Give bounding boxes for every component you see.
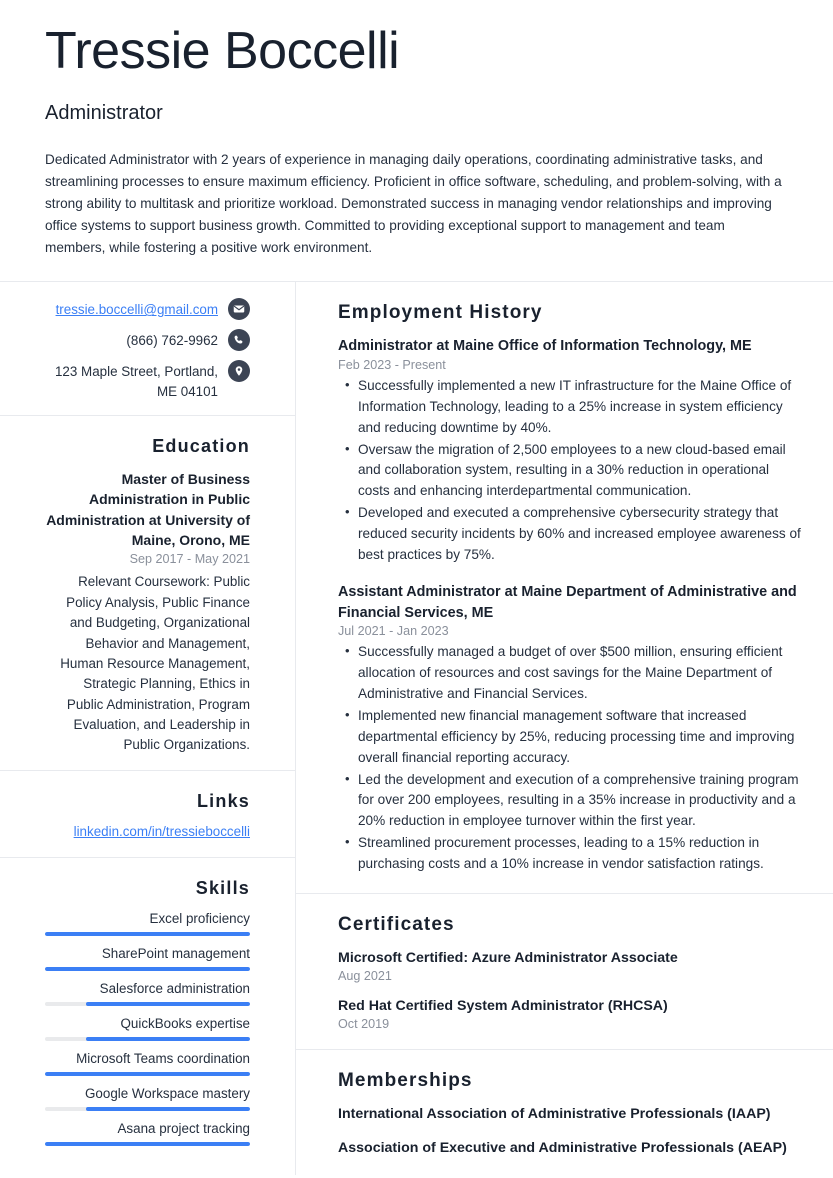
skill-level-bar (45, 1071, 250, 1076)
skills-heading: Skills (195, 877, 250, 898)
contact-email-value[interactable]: tressie.boccelli@gmail.com (56, 298, 218, 319)
skill-item: QuickBooks expertise (45, 1016, 250, 1041)
contact-section: tressie.boccelli@gmail.com (866) 762-996… (0, 282, 295, 415)
skill-label: Google Workspace mastery (85, 1085, 250, 1101)
skill-level-fill (45, 966, 250, 971)
skill-label: Asana project tracking (117, 1120, 251, 1136)
envelope-icon (228, 298, 250, 321)
skill-level-fill (45, 1141, 250, 1146)
skill-label: SharePoint management (101, 945, 250, 961)
skill-level-bar (45, 1001, 250, 1006)
certificates-section: Certificates Microsoft Certified: Azure … (296, 893, 833, 1049)
education-description: Relevant Coursework: Public Policy Analy… (60, 574, 250, 753)
memberships-list: International Association of Administrat… (338, 1104, 803, 1158)
employment-job-title: Assistant Administrator at Maine Departm… (338, 584, 797, 621)
employment-bullet: Led the development and execution of a c… (345, 769, 803, 833)
professional-summary: Dedicated Administrator with 2 years of … (45, 152, 782, 256)
skill-level-bar (45, 1106, 250, 1111)
membership-item: International Association of Administrat… (338, 1106, 771, 1123)
links-heading: Links (196, 790, 250, 811)
skills-list: Excel proficiency SharePoint management Sa… (45, 911, 250, 1146)
education-entry: Master of Business Administration in Pub… (45, 469, 250, 756)
employment-bullet: Successfully implemented a new IT infras… (345, 375, 803, 439)
certificate-title: Red Hat Certified System Administrator (… (338, 998, 668, 1015)
employment-bullet-list: Successfully managed a budget of over $5… (338, 641, 803, 875)
employment-job-date: Jul 2021 - Jan 2023 (338, 623, 449, 638)
certificate-date: Aug 2021 (338, 969, 392, 984)
main-column: Employment History Administrator at Main… (295, 282, 833, 1175)
employment-bullet: Successfully managed a budget of over $5… (345, 641, 803, 705)
employment-job-title: Administrator at Maine Office of Informa… (338, 338, 752, 355)
skill-level-fill (45, 931, 250, 936)
contact-phone-row[interactable]: (866) 762-9962 (45, 329, 250, 352)
contact-address-row[interactable]: 123 Maple Street, Portland, ME 04101 (45, 360, 250, 401)
employment-bullet: Oversaw the migration of 2,500 employees… (345, 439, 803, 503)
candidate-job-title: Administrator (45, 102, 163, 125)
phone-icon (228, 329, 250, 352)
skill-level-fill (86, 1001, 250, 1006)
skill-item: Google Workspace mastery (45, 1086, 250, 1111)
contact-phone-value[interactable]: (866) 762-9962 (126, 329, 218, 350)
skills-section: Skills Excel proficiency SharePoint manag… (0, 856, 295, 1162)
skill-level-bar (45, 931, 250, 936)
skill-level-bar (45, 1141, 250, 1146)
skill-item: Excel proficiency (45, 911, 250, 936)
location-pin-icon (228, 360, 250, 383)
education-date: Sep 2017 - May 2021 (129, 552, 250, 567)
memberships-heading: Memberships (338, 1070, 473, 1092)
education-section: Education Master of Business Administrat… (0, 415, 295, 770)
candidate-name: Tressie Boccelli (45, 22, 400, 80)
skill-label: Salesforce administration (99, 980, 250, 996)
skill-item: Salesforce administration (45, 981, 250, 1006)
skill-label: Microsoft Teams coordination (76, 1050, 250, 1066)
skill-level-bar (45, 1036, 250, 1041)
employment-entry: Administrator at Maine Office of Informa… (338, 336, 803, 566)
links-section: Links linkedin.com/in/tressieboccelli (0, 769, 295, 857)
skill-item: Asana project tracking (45, 1121, 250, 1146)
resume-header: Tressie Boccelli Administrator Dedicated… (0, 0, 833, 281)
employment-heading: Employment History (338, 302, 543, 324)
employment-bullet: Streamlined procurement processes, leadi… (345, 832, 803, 875)
skill-label: Excel proficiency (149, 910, 250, 926)
skill-level-bar (45, 966, 250, 971)
skill-level-fill (86, 1036, 250, 1041)
link-item-linkedin[interactable]: linkedin.com/in/tressieboccelli (45, 824, 250, 839)
skill-level-fill (45, 1071, 250, 1076)
membership-item: Association of Executive and Administrat… (338, 1140, 787, 1157)
education-heading: Education (152, 436, 250, 457)
skill-item: SharePoint management (45, 946, 250, 971)
employment-bullet: Implemented new financial management sof… (345, 705, 803, 769)
employment-job-date: Feb 2023 - Present (338, 357, 446, 372)
certificate-entry: Red Hat Certified System Administrator (… (338, 996, 803, 1031)
employment-list: Administrator at Maine Office of Informa… (338, 336, 803, 875)
resume-body: tressie.boccelli@gmail.com (866) 762-996… (0, 282, 833, 1175)
skill-level-fill (86, 1106, 250, 1111)
certificate-entry: Microsoft Certified: Azure Administrator… (338, 948, 803, 983)
employment-section: Employment History Administrator at Main… (296, 282, 833, 893)
certificate-date: Oct 2019 (338, 1017, 390, 1032)
sidebar-column: tressie.boccelli@gmail.com (866) 762-996… (0, 282, 295, 1174)
certificates-heading: Certificates (338, 914, 455, 936)
contact-email-row[interactable]: tressie.boccelli@gmail.com (45, 298, 250, 321)
employment-entry: Assistant Administrator at Maine Departm… (338, 582, 803, 875)
certificates-list: Microsoft Certified: Azure Administrator… (338, 948, 803, 1031)
employment-bullet-list: Successfully implemented a new IT infras… (338, 375, 803, 566)
contact-address-value[interactable]: 123 Maple Street, Portland, ME 04101 (45, 360, 218, 401)
skill-item: Microsoft Teams coordination (45, 1051, 250, 1076)
certificate-title: Microsoft Certified: Azure Administrator… (338, 950, 678, 967)
memberships-section: Memberships International Association of… (296, 1049, 833, 1174)
education-degree: Master of Business Administration in Pub… (46, 471, 250, 549)
skill-label: QuickBooks expertise (120, 1015, 251, 1031)
resume-document: Tressie Boccelli Administrator Dedicated… (0, 0, 833, 1175)
employment-bullet: Developed and executed a comprehensive c… (345, 502, 803, 566)
